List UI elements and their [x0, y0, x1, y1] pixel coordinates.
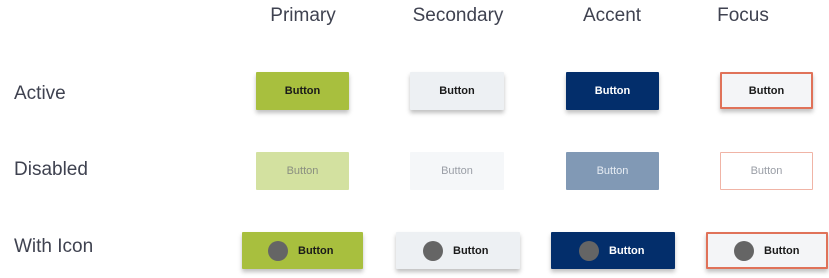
- row-label-active: Active: [14, 83, 66, 104]
- circle-icon: [579, 240, 599, 261]
- focus-icon-button[interactable]: Button: [706, 232, 828, 269]
- column-header-accent: Accent: [582, 5, 642, 26]
- primary-active-button[interactable]: Button: [256, 72, 349, 110]
- accent-disabled-button[interactable]: Button: [566, 152, 659, 190]
- secondary-icon-button[interactable]: Button: [396, 232, 520, 269]
- row-label-with-icon: With Icon: [14, 236, 94, 257]
- accent-active-button[interactable]: Button: [566, 72, 659, 110]
- column-header-primary: Primary: [270, 5, 336, 26]
- row-label-disabled: Disabled: [14, 159, 88, 180]
- button-label: Button: [298, 244, 334, 257]
- secondary-active-button[interactable]: Button: [410, 72, 504, 110]
- circle-icon: [734, 240, 754, 261]
- focus-disabled-button[interactable]: Button: [720, 152, 813, 190]
- button-label: Button: [764, 244, 800, 257]
- column-header-secondary: Secondary: [412, 5, 504, 26]
- column-header-focus: Focus: [717, 5, 769, 26]
- primary-disabled-button[interactable]: Button: [256, 152, 349, 190]
- button-label: Button: [453, 244, 489, 257]
- circle-icon: [423, 240, 443, 261]
- focus-active-button[interactable]: Button: [720, 72, 813, 109]
- primary-icon-button[interactable]: Button: [242, 232, 363, 269]
- button-label: Button: [609, 244, 645, 257]
- accent-icon-button[interactable]: Button: [551, 232, 675, 269]
- circle-icon: [268, 240, 288, 261]
- secondary-disabled-button[interactable]: Button: [410, 152, 504, 190]
